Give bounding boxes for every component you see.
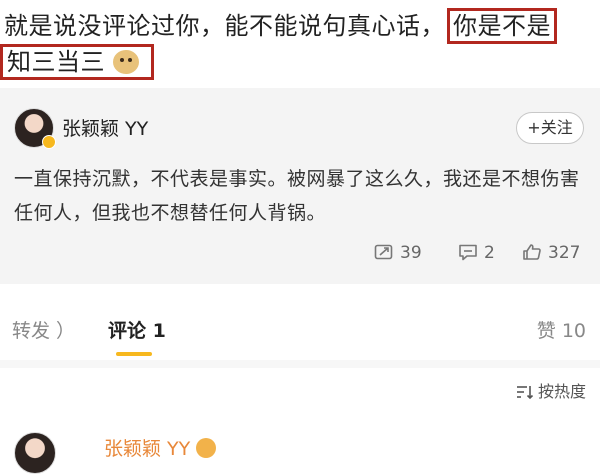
highlight-text: 知三当三 [7, 48, 105, 76]
doge-icon [113, 50, 139, 74]
post-text: 一直保持沉默，不代表是事实。被网暴了这么久，我还是不想伤害任何人，但我也不想替任… [14, 168, 580, 224]
highlight-box-2: 知三当三 [0, 44, 154, 80]
section-divider [0, 360, 600, 368]
comment-author[interactable]: 张颖颖 YY [104, 434, 217, 461]
comment-button[interactable]: 2 [458, 238, 495, 268]
like-count: 327 [548, 243, 581, 263]
follow-button[interactable]: +关注 [516, 112, 584, 144]
repost-icon [374, 244, 393, 260]
thumbs-up-icon [523, 244, 541, 260]
comment-count: 2 [484, 243, 495, 263]
sort-icon [516, 386, 534, 400]
avatar[interactable] [14, 432, 56, 474]
post-author[interactable]: 张颖颖 YY [62, 114, 148, 141]
comment-author-name: 张颖颖 YY [104, 438, 191, 460]
interaction-tabs: 转发 ） 评论 1 赞 10 [0, 300, 600, 360]
comment-text: 就是说没评论过你，能不能说句真心话， [4, 12, 445, 40]
comment-line-1: 就是说没评论过你，能不能说句真心话， 你是不是 [4, 8, 557, 44]
sort-by-hot-button[interactable]: 按热度 [516, 378, 586, 402]
avatar[interactable] [14, 108, 56, 149]
verified-badge-icon [42, 135, 56, 149]
post-actions: 39 2 327 [0, 238, 600, 268]
sort-label: 按热度 [537, 382, 586, 401]
active-tab-indicator [116, 352, 152, 356]
comment-item: 张颖颖 YY [0, 420, 600, 474]
highlight-box-1: 你是不是 [447, 8, 557, 44]
repost-count: 39 [400, 243, 422, 263]
quoted-post: 张颖颖 YY +关注 一直保持沉默，不代表是事实。被网暴了这么久，我还是不想伤害… [0, 88, 600, 284]
highlighted-comment: 就是说没评论过你，能不能说句真心话， 你是不是 知三当三 [0, 0, 600, 82]
tab-likes[interactable]: 赞 10 [537, 316, 586, 343]
comment-icon [459, 244, 477, 261]
member-badge-icon [196, 438, 217, 458]
like-button[interactable]: 327 [522, 238, 580, 268]
tab-reposts[interactable]: 转发 ） [12, 316, 75, 343]
comment-line-2: 知三当三 [0, 44, 154, 80]
tab-comments[interactable]: 评论 1 [108, 316, 166, 343]
repost-button[interactable]: 39 [374, 238, 422, 268]
